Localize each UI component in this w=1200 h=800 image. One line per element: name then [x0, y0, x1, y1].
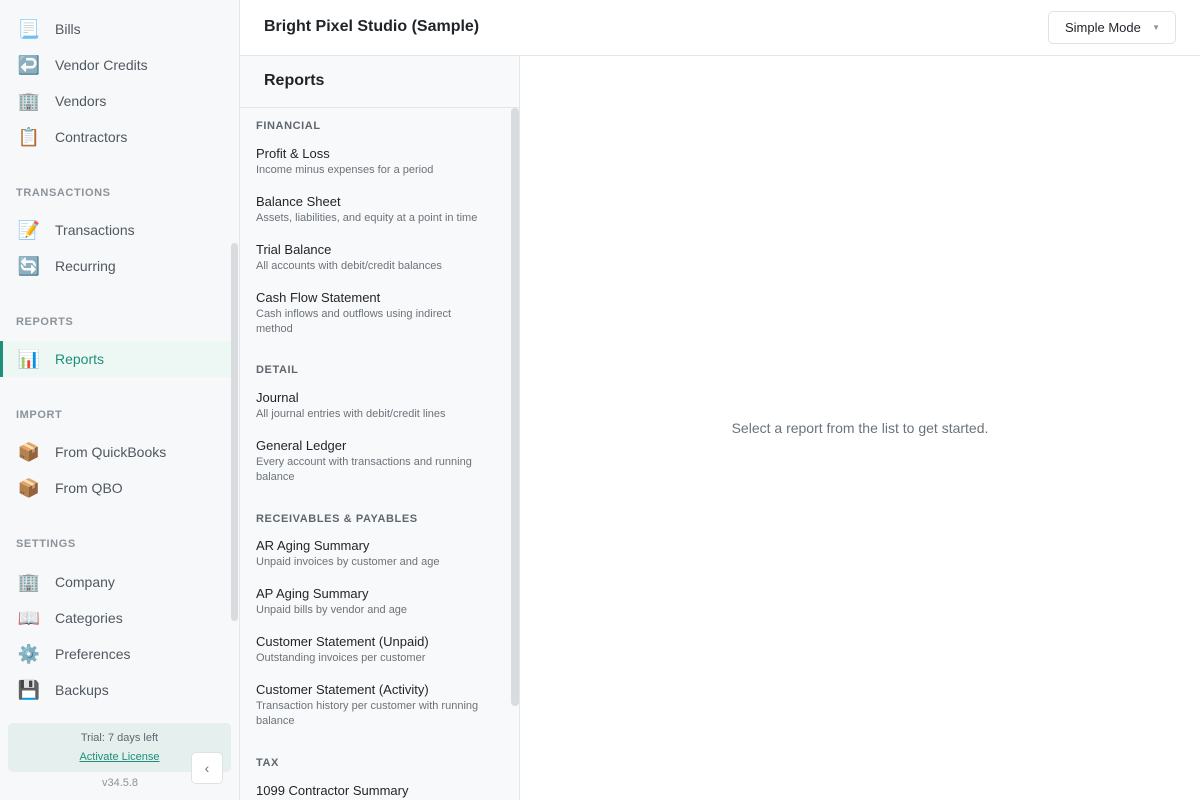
sidebar-item-from-quickbooks[interactable]: 📦 From QuickBooks	[0, 434, 232, 470]
report-item-customer-statement-activity[interactable]: Customer Statement (Activity) Transaction…	[240, 682, 508, 729]
sidebar-item-label: Categories	[55, 610, 123, 626]
report-item-balance-sheet[interactable]: Balance Sheet Assets, liabilities, and eq…	[240, 194, 508, 226]
clipboard-icon: 📋	[17, 127, 41, 147]
chevron-left-icon: ‹	[204, 760, 210, 776]
report-item-profit-loss[interactable]: Profit & Loss Income minus expenses for a…	[240, 146, 508, 178]
report-description: All journal entries with debit/credit li…	[256, 408, 446, 420]
report-name: Journal	[256, 390, 299, 405]
sidebar-item-label: Contractors	[55, 129, 128, 145]
report-name: Profit & Loss	[256, 146, 330, 161]
sidebar-item-label: Vendor Credits	[55, 57, 148, 73]
report-description: All accounts with debit/credit balances	[256, 260, 442, 272]
refresh-icon: 🔄	[17, 256, 41, 276]
empty-state-message: Select a report from the list to get sta…	[731, 420, 989, 436]
sidebar-item-contractors[interactable]: 📋 Contractors	[0, 119, 232, 155]
report-item-journal[interactable]: Journal All journal entries with debit/cr…	[240, 390, 508, 422]
return-arrow-icon: ↩️	[17, 55, 41, 75]
sidebar-section-import: IMPORT	[16, 409, 63, 421]
report-category-receivables-payables: RECEIVABLES & PAYABLES	[256, 513, 418, 525]
building-icon: 🏢	[17, 91, 41, 111]
company-title: Bright Pixel Studio (Sample)	[264, 18, 480, 35]
sidebar-item-bills[interactable]: 📃 Bills	[0, 11, 232, 47]
report-name: Customer Statement (Activity)	[256, 682, 429, 697]
sidebar-item-vendors[interactable]: 🏢 Vendors	[0, 83, 232, 119]
report-name: Cash Flow Statement	[256, 290, 381, 305]
report-name: AR Aging Summary	[256, 538, 370, 553]
gear-icon: ⚙️	[17, 644, 41, 664]
report-viewer: Select a report from the list to get sta…	[520, 56, 1200, 800]
building-icon: 🏢	[17, 572, 41, 592]
sidebar-item-preferences[interactable]: ⚙️ Preferences	[0, 636, 232, 672]
sidebar-item-label: Backups	[55, 682, 109, 698]
report-category-financial: FINANCIAL	[256, 120, 321, 132]
sidebar-item-label: Vendors	[55, 93, 107, 109]
sidebar-item-label: Transactions	[55, 222, 135, 238]
sidebar-item-transactions[interactable]: 📝 Transactions	[0, 212, 232, 248]
sidebar-item-label: Company	[55, 574, 115, 590]
bar-chart-icon: 📊	[17, 349, 41, 369]
sidebar-section-reports: REPORTS	[16, 316, 74, 328]
report-name: Balance Sheet	[256, 194, 341, 209]
sidebar-item-company[interactable]: 🏢 Company	[0, 564, 232, 600]
sidebar-item-label: Recurring	[55, 258, 116, 274]
report-item-trial-balance[interactable]: Trial Balance All accounts with debit/cre…	[240, 242, 508, 274]
report-description: Outstanding invoices per customer	[256, 652, 426, 664]
report-category-detail: DETAIL	[256, 364, 299, 376]
report-description: Income minus expenses for a period	[256, 164, 434, 176]
report-name: Customer Statement (Unpaid)	[256, 634, 429, 649]
chevron-down-icon: ▼	[1152, 23, 1160, 32]
sidebar-item-categories[interactable]: 📖 Categories	[0, 600, 232, 636]
sidebar-item-label: Bills	[55, 21, 81, 37]
report-name: AP Aging Summary	[256, 586, 369, 601]
reports-panel-header: Reports	[240, 56, 519, 108]
report-name: 1099 Contractor Summary	[256, 783, 409, 798]
report-description: Transaction history per customer with ru…	[256, 700, 479, 727]
report-description: Cash inflows and outflows using indirect…	[256, 308, 452, 335]
reports-scrollbar[interactable]	[511, 108, 519, 706]
report-description: Every account with transactions and runn…	[256, 456, 472, 483]
report-description: Unpaid bills by vendor and age	[256, 604, 408, 616]
floppy-disk-icon: 💾	[17, 680, 41, 700]
sidebar-item-backups[interactable]: 💾 Backups	[0, 672, 232, 708]
report-item-customer-statement-unpaid[interactable]: Customer Statement (Unpaid) Outstanding i…	[240, 634, 508, 666]
sidebar-item-label: Preferences	[55, 646, 131, 662]
sidebar-item-from-qbo[interactable]: 📦 From QBO	[0, 470, 232, 506]
sidebar-scrollbar[interactable]	[231, 243, 238, 621]
report-item-ap-aging-summary[interactable]: AP Aging Summary Unpaid bills by vendor a…	[240, 586, 508, 618]
sidebar: 📃 Bills ↩️ Vendor Credits 🏢 Vendors 📋 Contracto…	[0, 0, 240, 800]
report-name: General Ledger	[256, 438, 347, 453]
reports-title: Reports	[264, 72, 325, 89]
report-item-1099-contractor-summary[interactable]: 1099 Contractor Summary	[240, 783, 508, 799]
sidebar-item-vendor-credits[interactable]: ↩️ Vendor Credits	[0, 47, 232, 83]
sidebar-item-label: Reports	[55, 351, 105, 367]
sidebar-item-label: From QuickBooks	[55, 444, 167, 460]
memo-icon: 📝	[17, 220, 41, 240]
sidebar-item-recurring[interactable]: 🔄 Recurring	[0, 248, 232, 284]
report-item-general-ledger[interactable]: General Ledger Every account with transac…	[240, 438, 508, 485]
collapse-sidebar-button[interactable]: ‹	[191, 752, 223, 784]
report-category-tax: TAX	[256, 757, 279, 769]
reports-panel: Reports FINANCIAL Profit & Loss Income min…	[240, 56, 520, 800]
sidebar-item-reports[interactable]: 📊 Reports	[0, 341, 232, 377]
sidebar-item-label: From QBO	[55, 480, 123, 496]
report-item-ar-aging-summary[interactable]: AR Aging Summary Unpaid invoices by custo…	[240, 538, 508, 570]
bill-icon: 📃	[17, 19, 41, 39]
sidebar-section-transactions: TRANSACTIONS	[16, 187, 111, 199]
report-description: Unpaid invoices by customer and age	[256, 556, 440, 568]
package-icon: 📦	[17, 478, 41, 498]
book-icon: 📖	[17, 608, 41, 628]
trial-status: Trial: 7 days left	[80, 732, 159, 744]
top-header: Bright Pixel Studio (Sample) Simple Mode…	[240, 0, 1200, 56]
mode-selector-label: Simple Mode	[1065, 20, 1141, 35]
report-description: Assets, liabilities, and equity at a poi…	[256, 212, 478, 224]
report-item-cash-flow-statement[interactable]: Cash Flow Statement Cash inflows and outf…	[240, 290, 508, 337]
sidebar-nav[interactable]: 📃 Bills ↩️ Vendor Credits 🏢 Vendors 📋 Contracto…	[0, 0, 239, 718]
report-name: Trial Balance	[256, 242, 332, 257]
sidebar-section-settings: SETTINGS	[16, 538, 76, 550]
mode-selector[interactable]: Simple Mode ▼	[1048, 11, 1176, 44]
package-icon: 📦	[17, 442, 41, 462]
